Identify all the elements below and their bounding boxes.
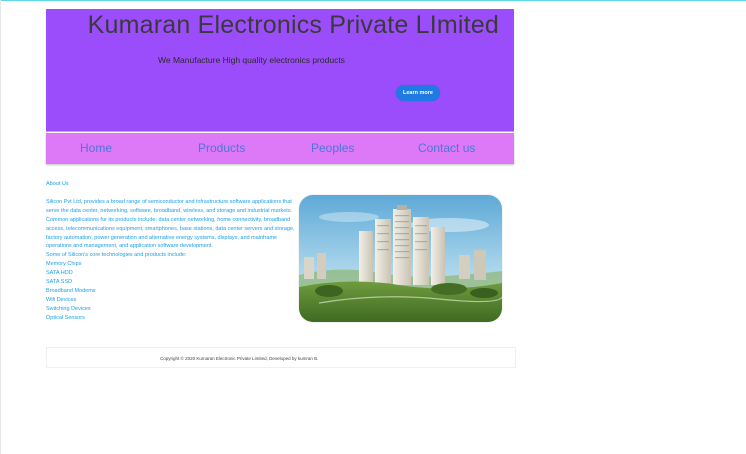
product-item: SATA HDD [46, 270, 73, 277]
about-paragraph: Silicon Pvt Ltd, provides a broad range … [46, 198, 295, 250]
left-border [0, 0, 1, 454]
tagline: We Manufacture High quality electronics … [158, 55, 345, 65]
learn-more-button[interactable]: Learn more [396, 85, 440, 101]
header-banner: Kumaran Electronics Private LImited We M… [46, 9, 514, 132]
product-item: SATA SSD [46, 279, 73, 286]
hero-image [299, 195, 502, 322]
main-nav: Home Products Peoples Contact us [46, 133, 514, 164]
site-title: Kumaran Electronics Private LImited [87, 11, 499, 39]
copyright-text: Copyright © 2020 Kumaran Electronic Priv… [160, 356, 319, 361]
about-heading: About Us [46, 181, 69, 187]
footer: Copyright © 2020 Kumaran Electronic Priv… [46, 347, 516, 368]
nav-products[interactable]: Products [198, 141, 245, 155]
product-item: Optical Sensors [46, 314, 85, 321]
product-item: Switching Devices [46, 305, 91, 312]
product-item: Memory Chips [46, 261, 82, 268]
products-intro: Some of Silicon's core technologies and … [46, 252, 187, 259]
product-item: Wifi Devices [46, 296, 77, 303]
about-section: About Us Silicon Pvt Ltd, provides a bro… [46, 180, 296, 323]
nav-peoples[interactable]: Peoples [311, 141, 354, 155]
nav-contact-us[interactable]: Contact us [418, 141, 475, 155]
city-buildings-icon [299, 195, 502, 322]
product-list: Memory Chips SATA HDD SATA SSD Broadband… [46, 260, 296, 322]
top-border [0, 0, 746, 1]
nav-home[interactable]: Home [80, 141, 112, 155]
product-item: Broadband Modems [46, 287, 96, 294]
